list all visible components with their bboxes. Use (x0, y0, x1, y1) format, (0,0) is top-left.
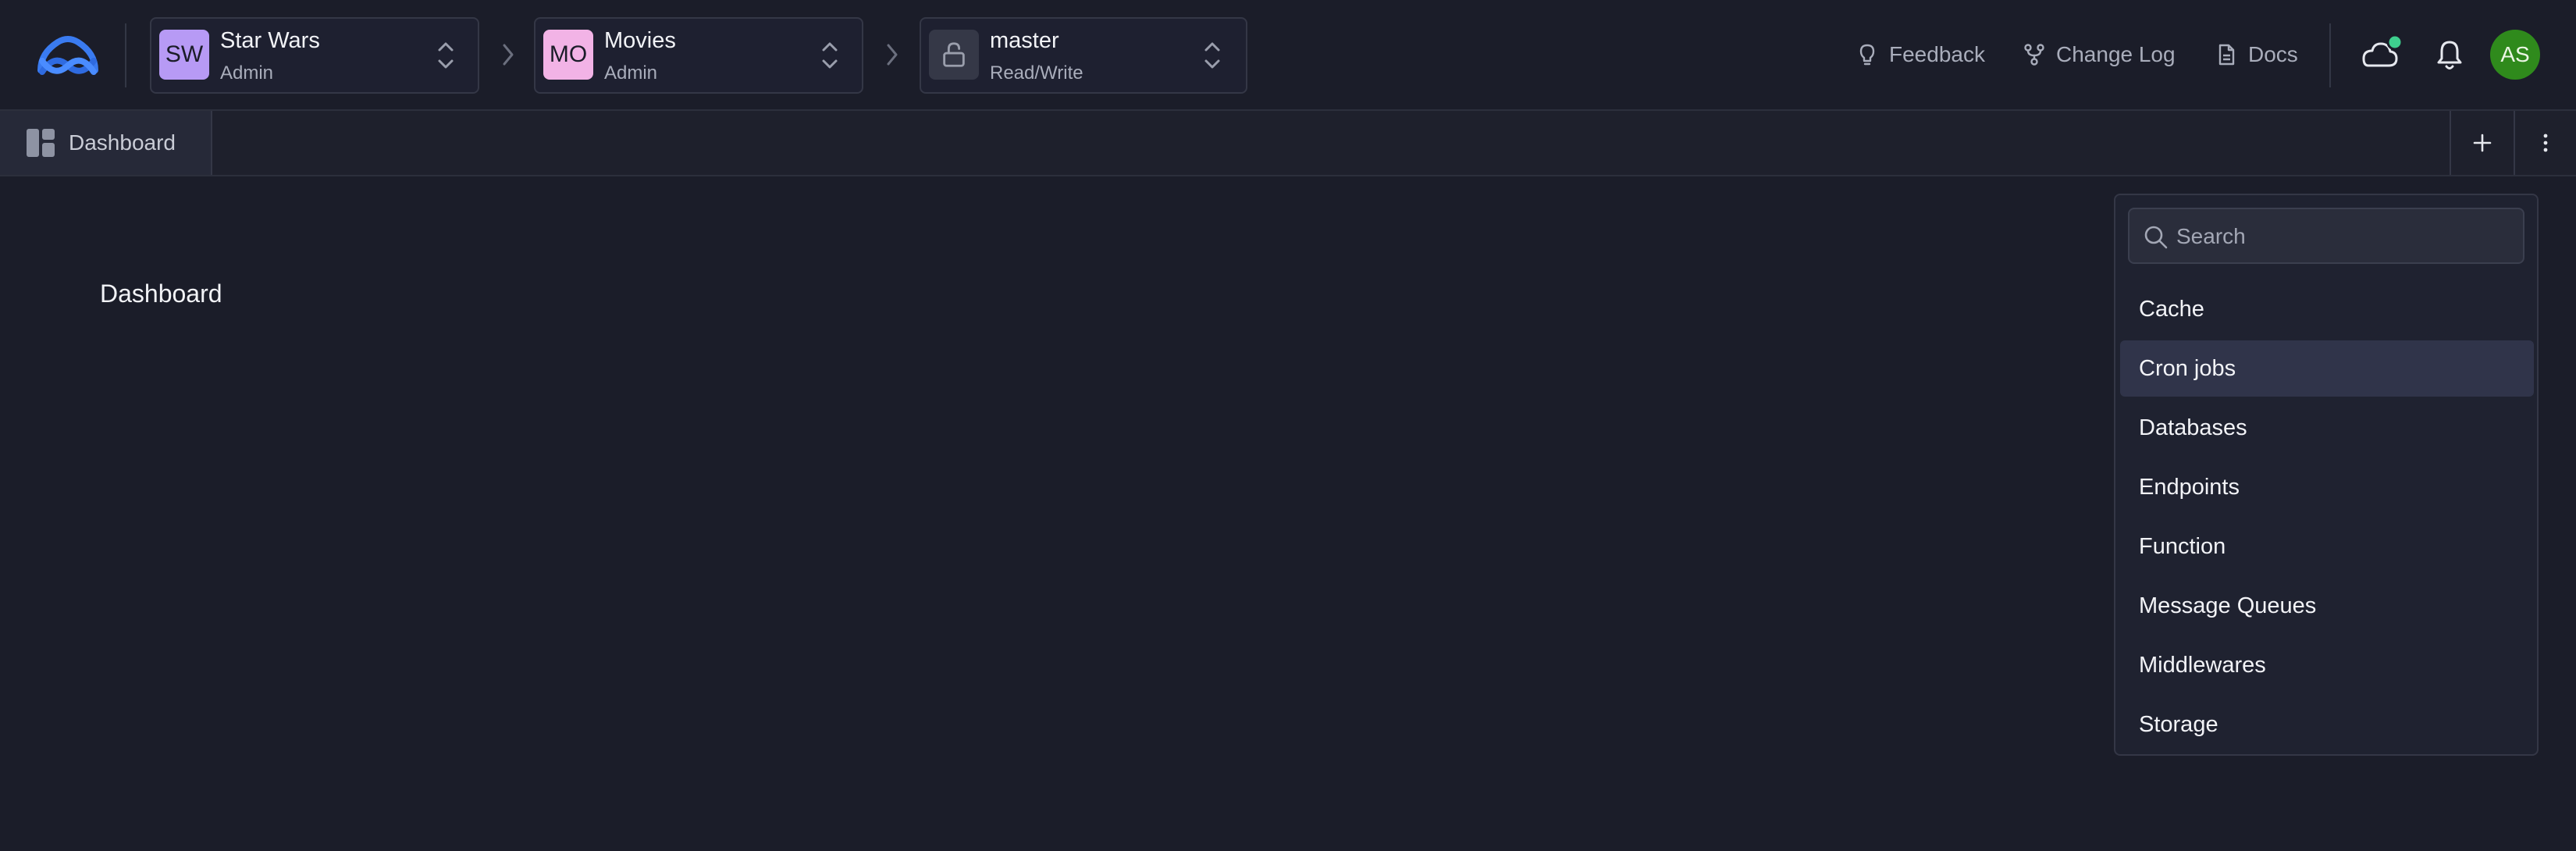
branch-access: Read/Write (990, 62, 1083, 84)
tab-bar: Dashboard (0, 111, 2576, 176)
feedback-link[interactable]: Feedback (1855, 37, 1985, 72)
change-log-link[interactable]: Change Log (2022, 37, 2176, 72)
chevron-up-down-icon (1204, 42, 1220, 69)
tab-dashboard[interactable]: Dashboard (0, 111, 212, 175)
chevron-up-down-icon (822, 42, 838, 69)
dashboard-icon (27, 129, 55, 157)
search-field[interactable] (2128, 208, 2524, 264)
org-name: Star Wars (220, 28, 320, 53)
chevron-right-icon (503, 44, 514, 66)
project-avatar: MO (543, 30, 593, 80)
search-input[interactable] (2176, 217, 2512, 256)
search-icon (2144, 226, 2168, 249)
menu-item-middlewares[interactable]: Middlewares (2120, 637, 2534, 693)
user-avatar[interactable]: AS (2490, 30, 2540, 80)
add-tab-button[interactable] (2451, 111, 2514, 175)
menu-item-message-queues[interactable]: Message Queues (2120, 578, 2534, 634)
plus-icon (2473, 134, 2492, 152)
feedback-label: Feedback (1889, 42, 1985, 66)
project-name: Movies (604, 28, 676, 53)
lightbulb-icon (1859, 44, 1875, 66)
lock-open-icon (929, 30, 979, 80)
branch-name: master (990, 28, 1059, 53)
menu-item-cron-jobs[interactable]: Cron jobs (2120, 340, 2534, 397)
kebab-menu-icon (2543, 134, 2548, 152)
project-switcher[interactable]: MO Movies Admin (534, 17, 863, 94)
menu-item-function[interactable]: Function (2120, 518, 2534, 575)
document-icon (2218, 44, 2235, 66)
project-role: Admin (604, 62, 658, 84)
change-log-label: Change Log (2056, 42, 2176, 66)
docs-label: Docs (2248, 42, 2298, 66)
app-logo-icon[interactable] (34, 30, 101, 81)
add-widget-dropdown: Cache Cron jobs Databases Endpoints Func… (2114, 194, 2539, 756)
menu-item-storage[interactable]: Storage (2120, 696, 2534, 753)
header-divider (125, 23, 126, 87)
menu-item-cache[interactable]: Cache (2120, 281, 2534, 337)
org-switcher[interactable]: SW Star Wars Admin (150, 17, 479, 94)
more-options-button[interactable] (2515, 111, 2576, 175)
header-divider (2329, 23, 2331, 87)
org-role: Admin (220, 62, 274, 84)
menu-item-databases[interactable]: Databases (2120, 400, 2534, 456)
branch-switcher[interactable]: master Read/Write (920, 17, 1247, 94)
page-title: Dashboard (100, 280, 222, 308)
cloud-status-icon[interactable] (2357, 31, 2403, 75)
chevron-up-down-icon (438, 42, 454, 69)
bell-icon[interactable] (2429, 34, 2470, 75)
docs-link[interactable]: Docs (2214, 37, 2298, 72)
chevron-right-icon (887, 44, 898, 66)
top-bar: SW Star Wars Admin MO Movies Admin maste… (0, 0, 2576, 111)
menu-item-endpoints[interactable]: Endpoints (2120, 459, 2534, 515)
git-branch-icon (2024, 44, 2044, 66)
tab-label: Dashboard (69, 130, 176, 155)
org-avatar: SW (159, 30, 209, 80)
